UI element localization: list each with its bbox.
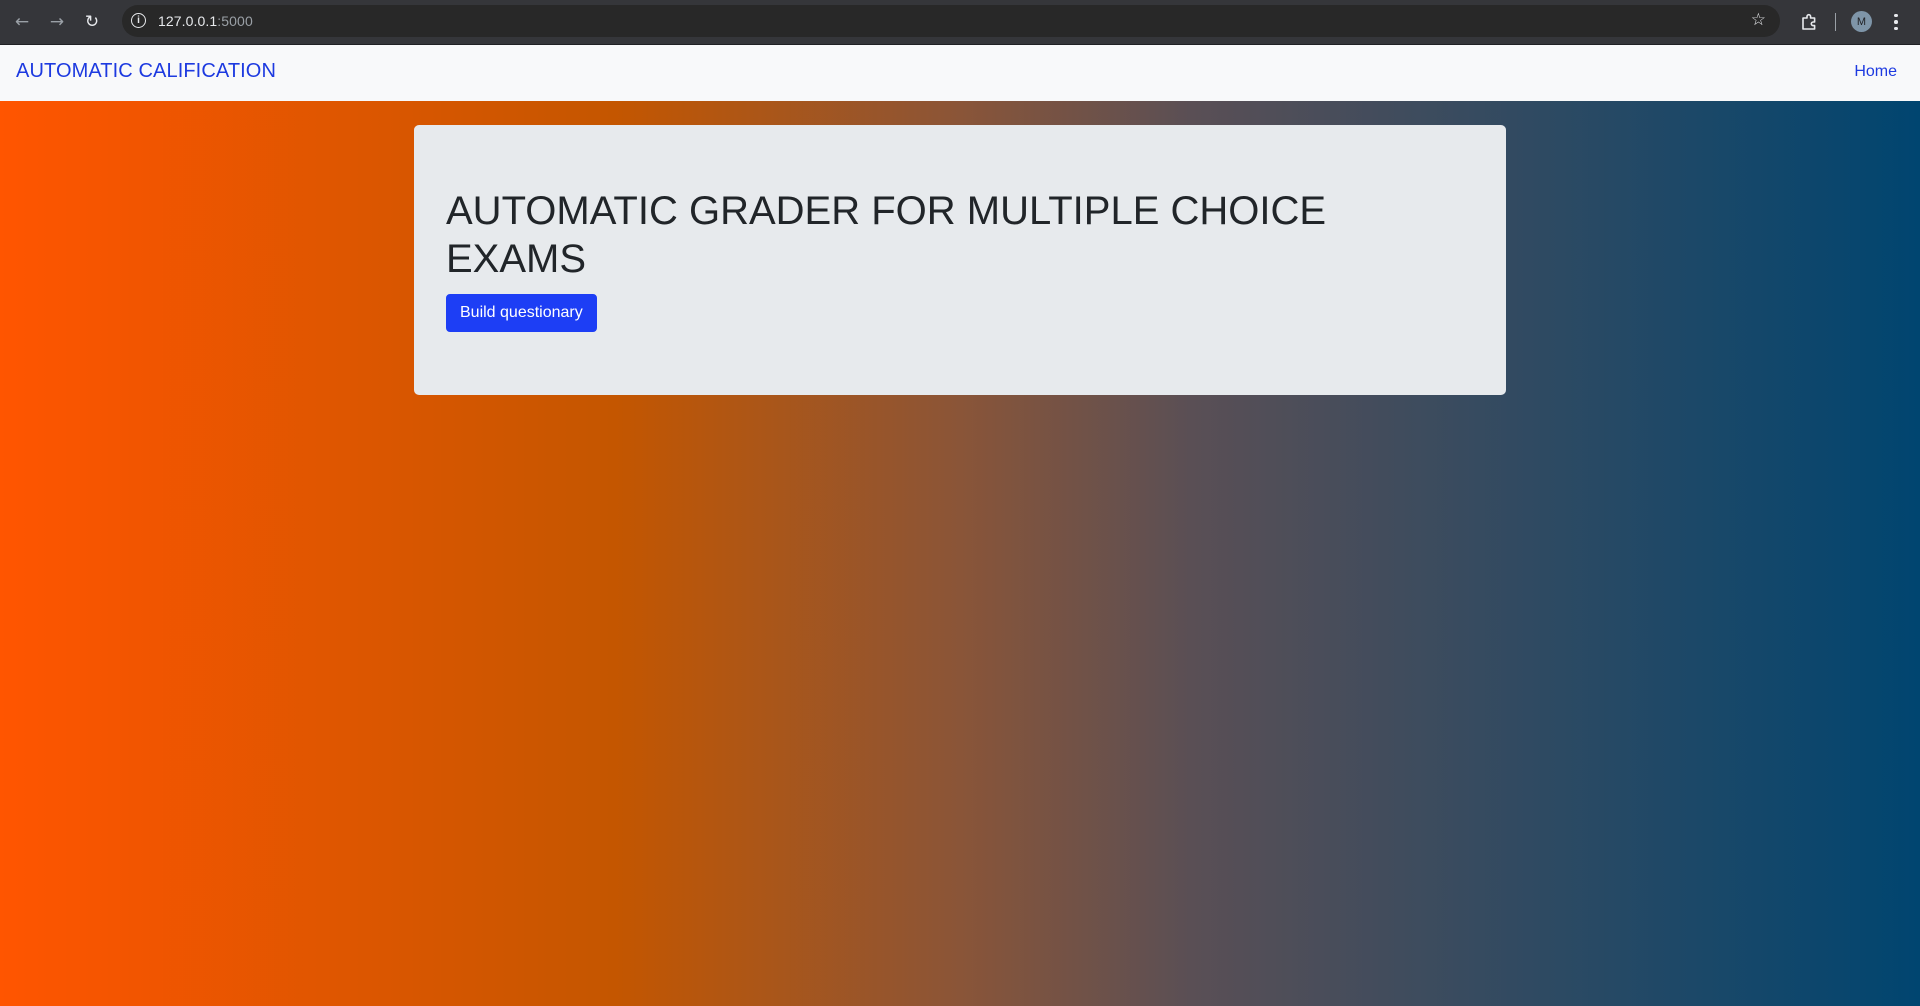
back-arrow-icon[interactable]: ← bbox=[8, 8, 36, 36]
page-body: AUTOMATIC CALIFICATION Home AUTOMATIC GR… bbox=[0, 45, 1920, 1006]
url-host: 127.0.0.1 bbox=[158, 13, 218, 29]
browser-toolbar: ← → ↻ i 127.0.0.1:5000 ☆ M bbox=[0, 0, 1920, 45]
nav-home-link[interactable]: Home bbox=[1854, 63, 1897, 81]
kebab-menu-icon[interactable] bbox=[1886, 9, 1906, 35]
page-title: AUTOMATIC GRADER FOR MULTIPLE CHOICE EXA… bbox=[446, 189, 1327, 281]
extensions-puzzle-icon[interactable] bbox=[1796, 9, 1822, 35]
address-bar[interactable]: i 127.0.0.1:5000 ☆ bbox=[122, 5, 1780, 37]
url-text[interactable]: 127.0.0.1:5000 bbox=[158, 13, 253, 29]
profile-avatar[interactable]: M bbox=[1851, 11, 1872, 32]
site-info-icon[interactable]: i bbox=[131, 13, 146, 28]
jumbotron-card: AUTOMATIC GRADER FOR MULTIPLE CHOICE EXA… bbox=[414, 125, 1506, 395]
forward-arrow-icon[interactable]: → bbox=[43, 8, 71, 36]
bookmark-star-icon[interactable]: ☆ bbox=[1751, 10, 1766, 30]
top-navbar: AUTOMATIC CALIFICATION Home bbox=[0, 45, 1920, 101]
build-questionary-button[interactable]: Build questionary bbox=[446, 294, 597, 332]
reload-icon[interactable]: ↻ bbox=[78, 8, 106, 36]
url-port: :5000 bbox=[217, 13, 253, 29]
toolbar-divider bbox=[1835, 13, 1836, 31]
navbar-brand-link[interactable]: AUTOMATIC CALIFICATION bbox=[16, 60, 276, 83]
